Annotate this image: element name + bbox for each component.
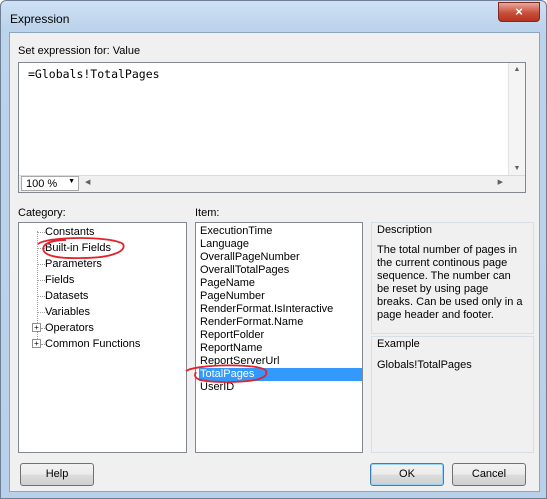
scroll-right-icon[interactable]: ▶	[498, 178, 503, 186]
close-button[interactable]: ×	[498, 2, 540, 22]
close-icon: ×	[515, 4, 523, 19]
expand-plus-icon[interactable]: +	[32, 339, 41, 348]
description-line: The total number of pages in	[377, 244, 518, 256]
expression-label: Set expression for: Value	[18, 45, 141, 57]
ok-button[interactable]: OK	[370, 463, 444, 486]
zoom-select[interactable]: 100 % ▼	[21, 176, 79, 191]
zoom-value: 100 %	[26, 178, 58, 190]
expression-dialog: Expression × Set expression for: Value =…	[0, 0, 547, 499]
list-item[interactable]: ReportName	[199, 342, 362, 355]
description-group: Description The total number of pages in…	[371, 222, 534, 334]
example-title: Example	[377, 338, 420, 350]
example-text: Globals!TotalPages	[377, 359, 472, 371]
help-button[interactable]: Help	[20, 463, 94, 486]
list-item[interactable]: Language	[199, 238, 362, 251]
category-parameters[interactable]: Parameters	[45, 258, 102, 270]
list-item[interactable]: PageNumber	[199, 290, 362, 303]
list-item[interactable]: OverallTotalPages	[199, 264, 362, 277]
scroll-left-icon[interactable]: ◀	[85, 178, 90, 186]
scroll-down-icon[interactable]: ▼	[509, 165, 525, 172]
list-item[interactable]: ReportServerUrl	[199, 355, 362, 368]
example-group: Example Globals!TotalPages	[371, 336, 534, 453]
category-tree[interactable]: Constants Built-in Fields Parameters Fie…	[18, 222, 187, 453]
expression-text[interactable]: =Globals!TotalPages	[28, 67, 160, 81]
description-line: the current continous page	[377, 257, 508, 269]
category-label: Category:	[18, 207, 66, 219]
category-operators[interactable]: Operators	[45, 322, 94, 334]
description-line: be reset by using page	[377, 283, 489, 295]
item-list[interactable]: ExecutionTime Language OverallPageNumber…	[195, 222, 363, 453]
description-line: page header and footer.	[377, 309, 494, 321]
list-item[interactable]: PageName	[199, 277, 362, 290]
description-title: Description	[377, 224, 433, 236]
category-datasets[interactable]: Datasets	[45, 290, 88, 302]
list-item[interactable]: RenderFormat.IsInteractive	[199, 303, 362, 316]
scroll-up-icon[interactable]: ▲	[509, 66, 525, 73]
category-constants[interactable]: Constants	[45, 226, 95, 238]
item-label: Item:	[195, 207, 220, 219]
editor-bottom-bar: 100 % ▼ ◀ ▶	[19, 175, 525, 192]
list-item[interactable]: RenderFormat.Name	[199, 316, 362, 329]
category-common-functions[interactable]: Common Functions	[45, 338, 140, 350]
list-item[interactable]: UserID	[199, 381, 362, 394]
description-line: sequence. The number can	[377, 270, 511, 282]
category-fields[interactable]: Fields	[45, 274, 74, 286]
list-item-selected[interactable]: TotalPages	[199, 368, 362, 381]
category-variables[interactable]: Variables	[45, 306, 90, 318]
category-built-in-fields[interactable]: Built-in Fields	[45, 242, 111, 254]
list-item[interactable]: OverallPageNumber	[199, 251, 362, 264]
expand-plus-icon[interactable]: +	[32, 323, 41, 332]
list-item[interactable]: ReportFolder	[199, 329, 362, 342]
window-title: Expression	[10, 12, 70, 26]
dialog-body: Set expression for: Value =Globals!Total…	[9, 32, 540, 492]
description-line: breaks. Can be used only in a	[377, 296, 523, 308]
cancel-button[interactable]: Cancel	[452, 463, 526, 486]
expression-editor[interactable]: =Globals!TotalPages ▲ ▼ 100 % ▼ ◀ ▶	[18, 62, 526, 193]
editor-vertical-scrollbar[interactable]: ▲ ▼	[508, 63, 525, 175]
dropdown-arrow-icon[interactable]: ▼	[68, 178, 75, 185]
list-item[interactable]: ExecutionTime	[199, 225, 362, 238]
